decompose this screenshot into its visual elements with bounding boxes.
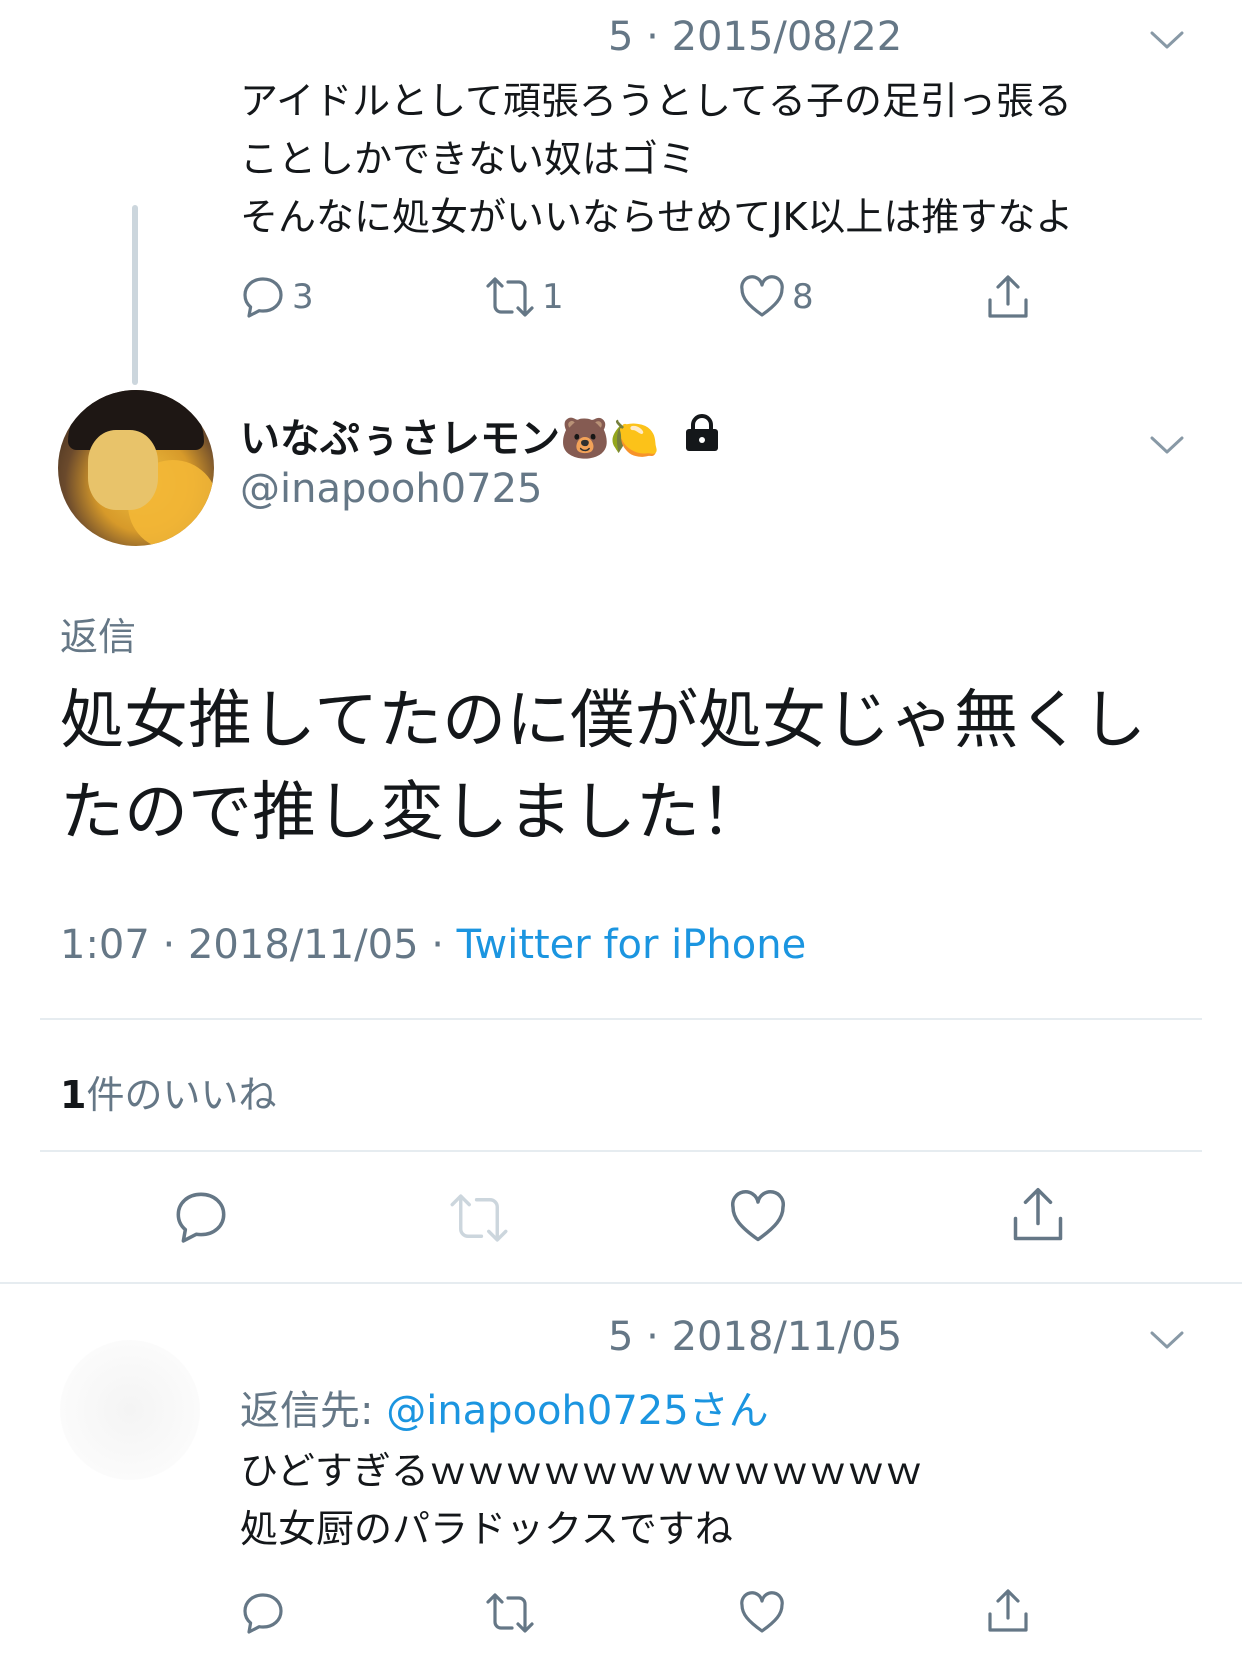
thread-connector [132,205,138,385]
reply-button[interactable] [172,1188,230,1246]
main-tweet-text: 処女推してたのに僕が処女じゃ無くし たので推し変しました！ [60,675,1146,859]
lock-icon [682,413,722,457]
reply-tweet-meta: 5 · 2018/11/05 [608,1314,903,1360]
prev-tweet-line: アイドルとして頑張ろうとしてる子の足引っ張る [240,79,1072,123]
retweet-icon [484,1590,536,1636]
main-tweet-line: 処女推してたのに僕が処女じゃ無くし [60,684,1147,758]
chevron-down-icon[interactable] [1150,30,1184,50]
avatar[interactable] [58,390,214,546]
like-button[interactable] [728,1188,788,1246]
reply-icon [172,1188,230,1246]
reply-action[interactable]: 3 [240,274,314,320]
retweet-icon [484,274,536,320]
reply-to-row: 返信先: @inapooh0725さん [240,1378,769,1436]
tweet-timestamp-row: 1:07 · 2018/11/05 · Twitter for iPhone [60,922,806,968]
reply-action[interactable] [240,1590,286,1636]
retweet-action[interactable]: 1 [484,274,564,320]
main-tweet-line: たので推し変しました！ [60,776,764,850]
chevron-down-icon[interactable] [1150,435,1184,455]
reply-tweet-line: ひどすぎるｗｗｗｗｗｗｗｗｗｗｗｗｗ [240,1449,923,1493]
avatar[interactable] [60,1340,200,1480]
share-icon [1008,1186,1068,1246]
like-count: 8 [792,277,814,317]
tweet-time: 1:07 · 2018/11/05 · [60,922,457,968]
retweet-action[interactable] [484,1590,536,1636]
like-icon [738,274,786,320]
reply-to-prefix: 返信先: [240,1388,387,1434]
like-icon [728,1188,788,1246]
prev-tweet-text: アイドルとして頑張ろうとしてる子の足引っ張る ことしかできない奴はゴミ そんなに… [240,72,1073,246]
retweet-button[interactable] [446,1190,512,1246]
reply-tweet-text: ひどすぎるｗｗｗｗｗｗｗｗｗｗｗｗｗ 処女厨のパラドックスですね [240,1442,923,1558]
divider [40,1150,1202,1152]
share-icon [984,274,1032,322]
like-icon [738,1590,786,1636]
reply-tweet-line: 処女厨のパラドックスですね [240,1507,733,1551]
like-action[interactable]: 8 [738,274,814,320]
prev-tweet-line: ことしかできない奴はゴミ [240,137,697,181]
chevron-down-icon[interactable] [1150,1330,1184,1350]
prev-tweet-meta: 5 · 2015/08/22 [608,14,903,60]
display-name-row[interactable]: いなぷぅさレモン🐻🍋 [240,406,722,464]
share-action[interactable] [984,274,1032,322]
prev-tweet-line: そんなに処女がいいならせめてJK以上は推すなよ [240,195,1074,239]
display-name: いなぷぅさレモン🐻🍋 [240,416,660,462]
likes-summary-count: 1 [60,1073,87,1117]
likes-summary-label: 件のいいね [86,1073,277,1117]
reply-to-handle-link[interactable]: @inapooh0725さん [386,1388,768,1434]
share-action[interactable] [984,1588,1032,1636]
tweet-source-link[interactable]: Twitter for iPhone [457,922,807,968]
divider [0,1282,1242,1284]
divider [40,1018,1202,1020]
share-icon [984,1588,1032,1636]
retweet-icon [446,1190,512,1246]
retweet-count: 1 [542,277,564,317]
reply-icon [240,274,286,320]
handle[interactable]: @inapooh0725 [240,466,542,512]
like-action[interactable] [738,1590,786,1636]
share-button[interactable] [1008,1186,1068,1246]
likes-summary[interactable]: 1件のいいね [60,1064,276,1119]
reply-count: 3 [292,277,314,317]
reply-to-label: 返信 [60,615,137,659]
reply-icon [240,1590,286,1636]
